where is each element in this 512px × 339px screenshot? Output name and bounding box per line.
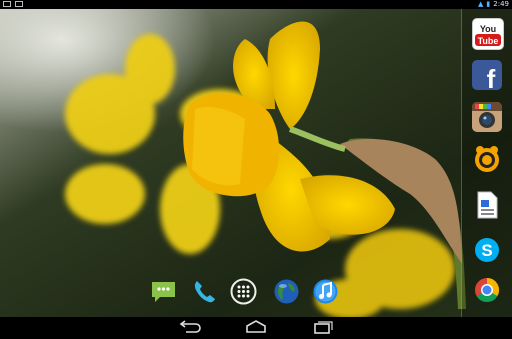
svg-text:You: You bbox=[480, 24, 496, 34]
document-icon[interactable] bbox=[472, 190, 502, 220]
youtube-icon[interactable]: You Tube bbox=[472, 18, 504, 50]
globe-icon[interactable] bbox=[273, 278, 300, 305]
svg-text:S: S bbox=[481, 241, 492, 260]
wallpaper bbox=[0, 9, 512, 317]
app-drawer-icon[interactable] bbox=[230, 278, 257, 305]
recents-button[interactable] bbox=[302, 319, 342, 335]
gom-player-icon[interactable] bbox=[472, 144, 502, 174]
chrome-icon[interactable] bbox=[472, 275, 502, 305]
status-bar: ▲ ▮ 2:49 bbox=[0, 0, 512, 9]
wifi-icon: ▲ bbox=[478, 0, 484, 8]
back-button[interactable] bbox=[170, 319, 210, 335]
status-time: 2:49 bbox=[493, 0, 509, 8]
notification-icon bbox=[3, 1, 11, 7]
svg-text:f: f bbox=[487, 64, 496, 90]
skype-icon[interactable]: S bbox=[472, 235, 502, 265]
svg-text:Tube: Tube bbox=[478, 36, 499, 46]
facebook-icon[interactable]: f bbox=[472, 60, 502, 90]
music-icon[interactable] bbox=[312, 278, 339, 305]
phone-icon[interactable] bbox=[191, 278, 218, 305]
battery-icon: ▮ bbox=[486, 0, 491, 8]
home-button[interactable] bbox=[236, 319, 276, 335]
instagram-icon[interactable] bbox=[472, 102, 502, 132]
messaging-icon[interactable] bbox=[150, 278, 177, 305]
navigation-bar bbox=[0, 317, 512, 337]
image-notification-icon bbox=[15, 1, 23, 7]
